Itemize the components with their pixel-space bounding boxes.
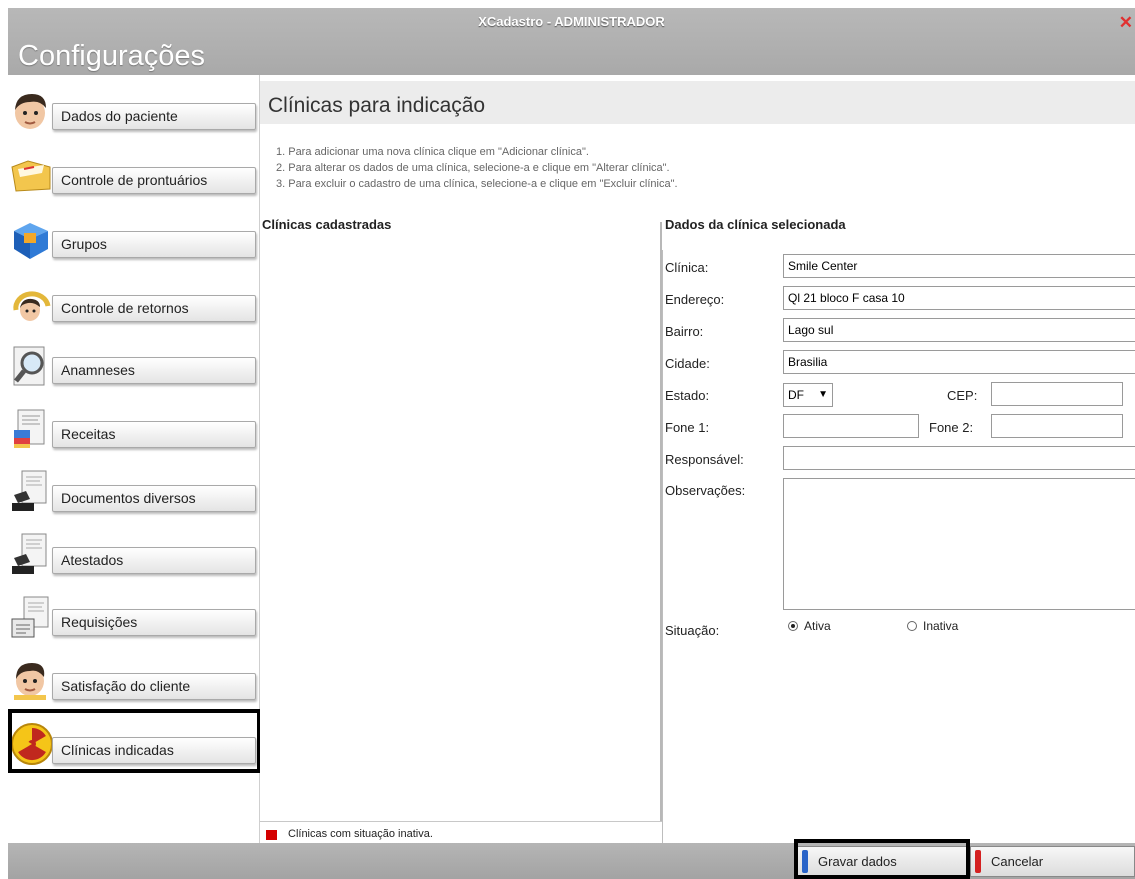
magnifier-icon	[10, 343, 54, 387]
window-header: XCadastro - ADMINISTRADOR ✕ Configuraçõe…	[8, 8, 1135, 75]
cancel-button[interactable]: Cancelar	[970, 846, 1135, 877]
fone2-label: Fone 2:	[929, 420, 974, 435]
inactive-legend-swatch	[266, 830, 277, 840]
selected-item-highlight	[8, 709, 261, 773]
instruction-line: 3. Para excluir o cadastro de uma clínic…	[276, 178, 678, 190]
sidebar-item-label: Controle de retornos	[61, 300, 189, 316]
situacao-ativa-label: Ativa	[804, 619, 831, 633]
sidebar-item-requisicoes[interactable]: Requisições	[52, 609, 256, 636]
instruction-line: 1. Para adicionar uma nova clínica cliqu…	[276, 146, 589, 158]
cep-field[interactable]	[991, 382, 1123, 406]
sidebar-item-grupos[interactable]: Grupos	[52, 231, 256, 258]
divider	[260, 821, 662, 822]
prescription-icon	[10, 406, 54, 450]
sidebar-item-label: Documentos diversos	[61, 490, 196, 506]
sidebar-item-atestados[interactable]: Atestados	[52, 547, 256, 574]
chevron-down-icon: ▼	[818, 389, 828, 400]
cidade-label: Cidade:	[665, 356, 710, 371]
cancel-button-label: Cancelar	[991, 854, 1044, 869]
sidebar-item-label: Grupos	[61, 236, 107, 252]
situacao-label: Situação:	[665, 623, 720, 638]
save-button-highlight	[794, 839, 970, 879]
sidebar-item-label: Requisições	[61, 614, 138, 630]
responsavel-field[interactable]	[783, 446, 1135, 470]
estado-label: Estado:	[665, 388, 710, 403]
sidebar-item-label: Dados do paciente	[61, 108, 178, 124]
sidebar-item-documentos-diversos[interactable]: Documentos diversos	[52, 485, 256, 512]
instruction-line: 2. Para alterar os dados de uma clínica,…	[276, 162, 670, 174]
estado-select[interactable]: DF ▼	[783, 383, 833, 407]
sidebar-item-satisfacao-do-cliente[interactable]: Satisfação do cliente	[52, 673, 256, 700]
sidebar-item-label: Anamneses	[61, 362, 135, 378]
window-title: XCadastro - ADMINISTRADOR	[478, 14, 665, 29]
clinics-list[interactable]	[260, 222, 662, 822]
detail-header: Dados da clínica selecionada	[665, 217, 846, 232]
sidebar-item-anamneses[interactable]: Anamneses	[52, 357, 256, 384]
endereco-field[interactable]: Ql 21 bloco F casa 10	[783, 286, 1135, 310]
app-window: XCadastro - ADMINISTRADOR ✕ Configuraçõe…	[8, 8, 1135, 879]
observacoes-label: Observações:	[665, 483, 746, 498]
stamp-document-icon	[10, 469, 54, 513]
page-title: Clínicas para indicação	[268, 94, 486, 117]
section-title: Configurações	[18, 40, 205, 72]
sidebar-item-controle-de-retornos[interactable]: Controle de retornos	[52, 295, 256, 322]
main-content: Clínicas para indicação 1. Para adiciona…	[260, 75, 1135, 843]
endereco-label: Endereço:	[665, 292, 725, 307]
sidebar-item-receitas[interactable]: Receitas	[52, 421, 256, 448]
bairro-label: Bairro:	[665, 324, 704, 339]
cep-label: CEP:	[947, 388, 978, 403]
cancel-accent-icon	[975, 850, 981, 873]
sidebar-item-label: Receitas	[61, 426, 116, 442]
sidebar-item-controle-de-prontuarios[interactable]: Controle de prontuários	[52, 167, 256, 194]
return-face-icon	[10, 280, 54, 324]
requisition-icon	[10, 595, 54, 639]
cube-groups-icon	[10, 217, 54, 261]
close-icon[interactable]: ✕	[1119, 13, 1133, 33]
client-face-icon	[10, 657, 54, 701]
clinica-label: Clínica:	[665, 260, 709, 275]
content-title-bar: Clínicas para indicação	[260, 81, 1135, 124]
observacoes-textarea[interactable]	[783, 478, 1135, 610]
fone2-field[interactable]	[991, 414, 1123, 438]
sidebar-item-dados-do-paciente[interactable]: Dados do paciente	[52, 103, 256, 130]
stamp-document-icon	[10, 532, 54, 576]
sidebar-item-label: Satisfação do cliente	[61, 678, 191, 694]
clinica-field[interactable]: Smile Center	[783, 254, 1135, 278]
clinic-details-panel: Clínica: Smile Center Endereço: Ql 21 bl…	[662, 250, 1135, 843]
patient-face-icon	[10, 88, 54, 132]
inactive-legend-text: Clínicas com situação inativa.	[288, 828, 433, 840]
situacao-ativa-radio[interactable]	[788, 621, 798, 631]
bairro-field[interactable]: Lago sul	[783, 318, 1135, 342]
estado-value: DF	[788, 388, 804, 402]
situacao-inativa-label: Inativa	[923, 619, 959, 633]
folder-records-icon	[10, 151, 54, 195]
fone1-field[interactable]	[783, 414, 919, 438]
sidebar-item-label: Atestados	[61, 552, 124, 568]
situacao-inativa-radio[interactable]	[907, 621, 917, 631]
cidade-field[interactable]: Brasilia	[783, 350, 1135, 374]
sidebar-item-label: Controle de prontuários	[61, 172, 208, 188]
responsavel-label: Responsável:	[665, 452, 744, 467]
fone1-label: Fone 1:	[665, 420, 710, 435]
